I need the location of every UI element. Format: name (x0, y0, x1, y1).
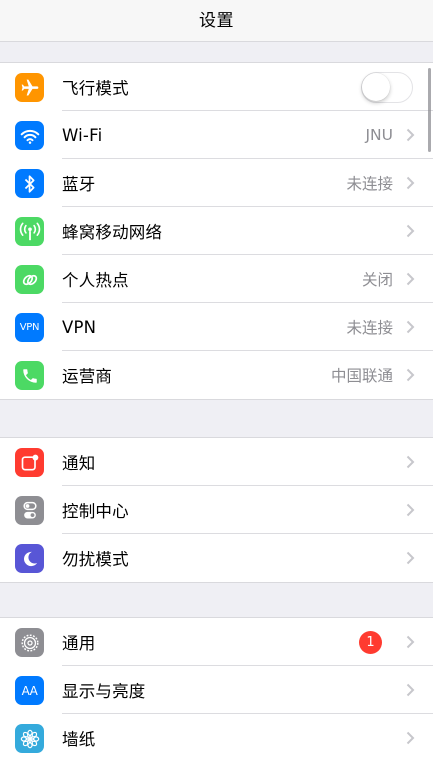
notifications-label: 通知 (62, 454, 96, 473)
settings-row-airplane-mode[interactable]: 飞行模式 (0, 63, 433, 111)
settings-row-wallpaper[interactable]: 墙纸 (0, 714, 433, 758)
chevron-right-icon (406, 731, 415, 745)
chevron-right-icon (406, 224, 415, 238)
display-brightness-label: 显示与亮度 (62, 682, 146, 701)
settings-row-personal-hotspot[interactable]: 个人热点 关闭 (0, 255, 433, 303)
control-center-label: 控制中心 (62, 502, 129, 521)
wifi-label: Wi-Fi (62, 125, 103, 145)
chevron-right-icon (406, 176, 415, 190)
chevron-right-icon (406, 551, 415, 565)
display-brightness-icon: AA (15, 676, 44, 705)
scroll-indicator[interactable] (428, 68, 431, 152)
settings-row-display-brightness[interactable]: AA 显示与亮度 (0, 666, 433, 714)
airplane-icon (15, 73, 44, 102)
hotspot-label: 个人热点 (62, 271, 129, 290)
navigation-bar: 设置 (0, 0, 433, 42)
vpn-icon: VPN (15, 313, 44, 342)
notifications-group: 通知 控制中心 勿扰模式 (0, 437, 433, 583)
carrier-label: 运营商 (62, 367, 113, 386)
bluetooth-icon (15, 169, 44, 198)
phone-icon (15, 361, 44, 390)
carrier-name-value: 中国联通 (330, 367, 393, 385)
settings-row-bluetooth[interactable]: 蓝牙 未连接 (0, 159, 433, 207)
settings-row-general[interactable]: 通用 1 (0, 618, 433, 666)
toggle-knob (362, 73, 390, 101)
update-badge: 1 (359, 631, 382, 654)
moon-icon (15, 544, 44, 573)
vpn-label: VPN (62, 317, 97, 337)
hotspot-status-value: 关闭 (361, 271, 393, 289)
settings-row-notifications[interactable]: 通知 (0, 438, 433, 486)
general-label: 通用 (62, 634, 96, 653)
chevron-right-icon (406, 503, 415, 517)
settings-row-do-not-disturb[interactable]: 勿扰模式 (0, 534, 433, 582)
connectivity-group: 飞行模式 Wi-Fi JNU 蓝牙 未连接 蜂窝移动网络 个人热点 关闭 VPN… (0, 62, 433, 400)
chevron-right-icon (406, 368, 415, 382)
airplane-mode-label: 飞行模式 (62, 79, 129, 98)
settings-row-wifi[interactable]: Wi-Fi JNU (0, 111, 433, 159)
wifi-network-value: JNU (365, 126, 393, 144)
chevron-right-icon (406, 320, 415, 334)
chevron-right-icon (406, 455, 415, 469)
do-not-disturb-label: 勿扰模式 (62, 550, 129, 569)
wifi-icon (15, 121, 44, 150)
chevron-right-icon (406, 683, 415, 697)
hotspot-icon (15, 265, 44, 294)
vpn-status-value: 未连接 (346, 319, 393, 337)
wallpaper-label: 墙纸 (62, 730, 96, 749)
bluetooth-label: 蓝牙 (62, 175, 96, 194)
control-center-icon (15, 496, 44, 525)
settings-row-carrier[interactable]: 运营商 中国联通 (0, 351, 433, 399)
chevron-right-icon (406, 272, 415, 286)
chevron-right-icon (406, 128, 415, 142)
settings-row-cellular[interactable]: 蜂窝移动网络 (0, 207, 433, 255)
chevron-right-icon (406, 635, 415, 649)
wallpaper-flower-icon (15, 724, 44, 753)
cellular-label: 蜂窝移动网络 (62, 223, 163, 242)
settings-row-control-center[interactable]: 控制中心 (0, 486, 433, 534)
page-title: 设置 (199, 11, 234, 31)
notifications-icon (15, 448, 44, 477)
bluetooth-status-value: 未连接 (346, 175, 393, 193)
general-group: 通用 1 AA 显示与亮度 墙纸 (0, 617, 433, 758)
airplane-mode-toggle[interactable] (361, 72, 413, 103)
gear-icon (15, 628, 44, 657)
settings-row-vpn[interactable]: VPN VPN 未连接 (0, 303, 433, 351)
cellular-antenna-icon (15, 217, 44, 246)
